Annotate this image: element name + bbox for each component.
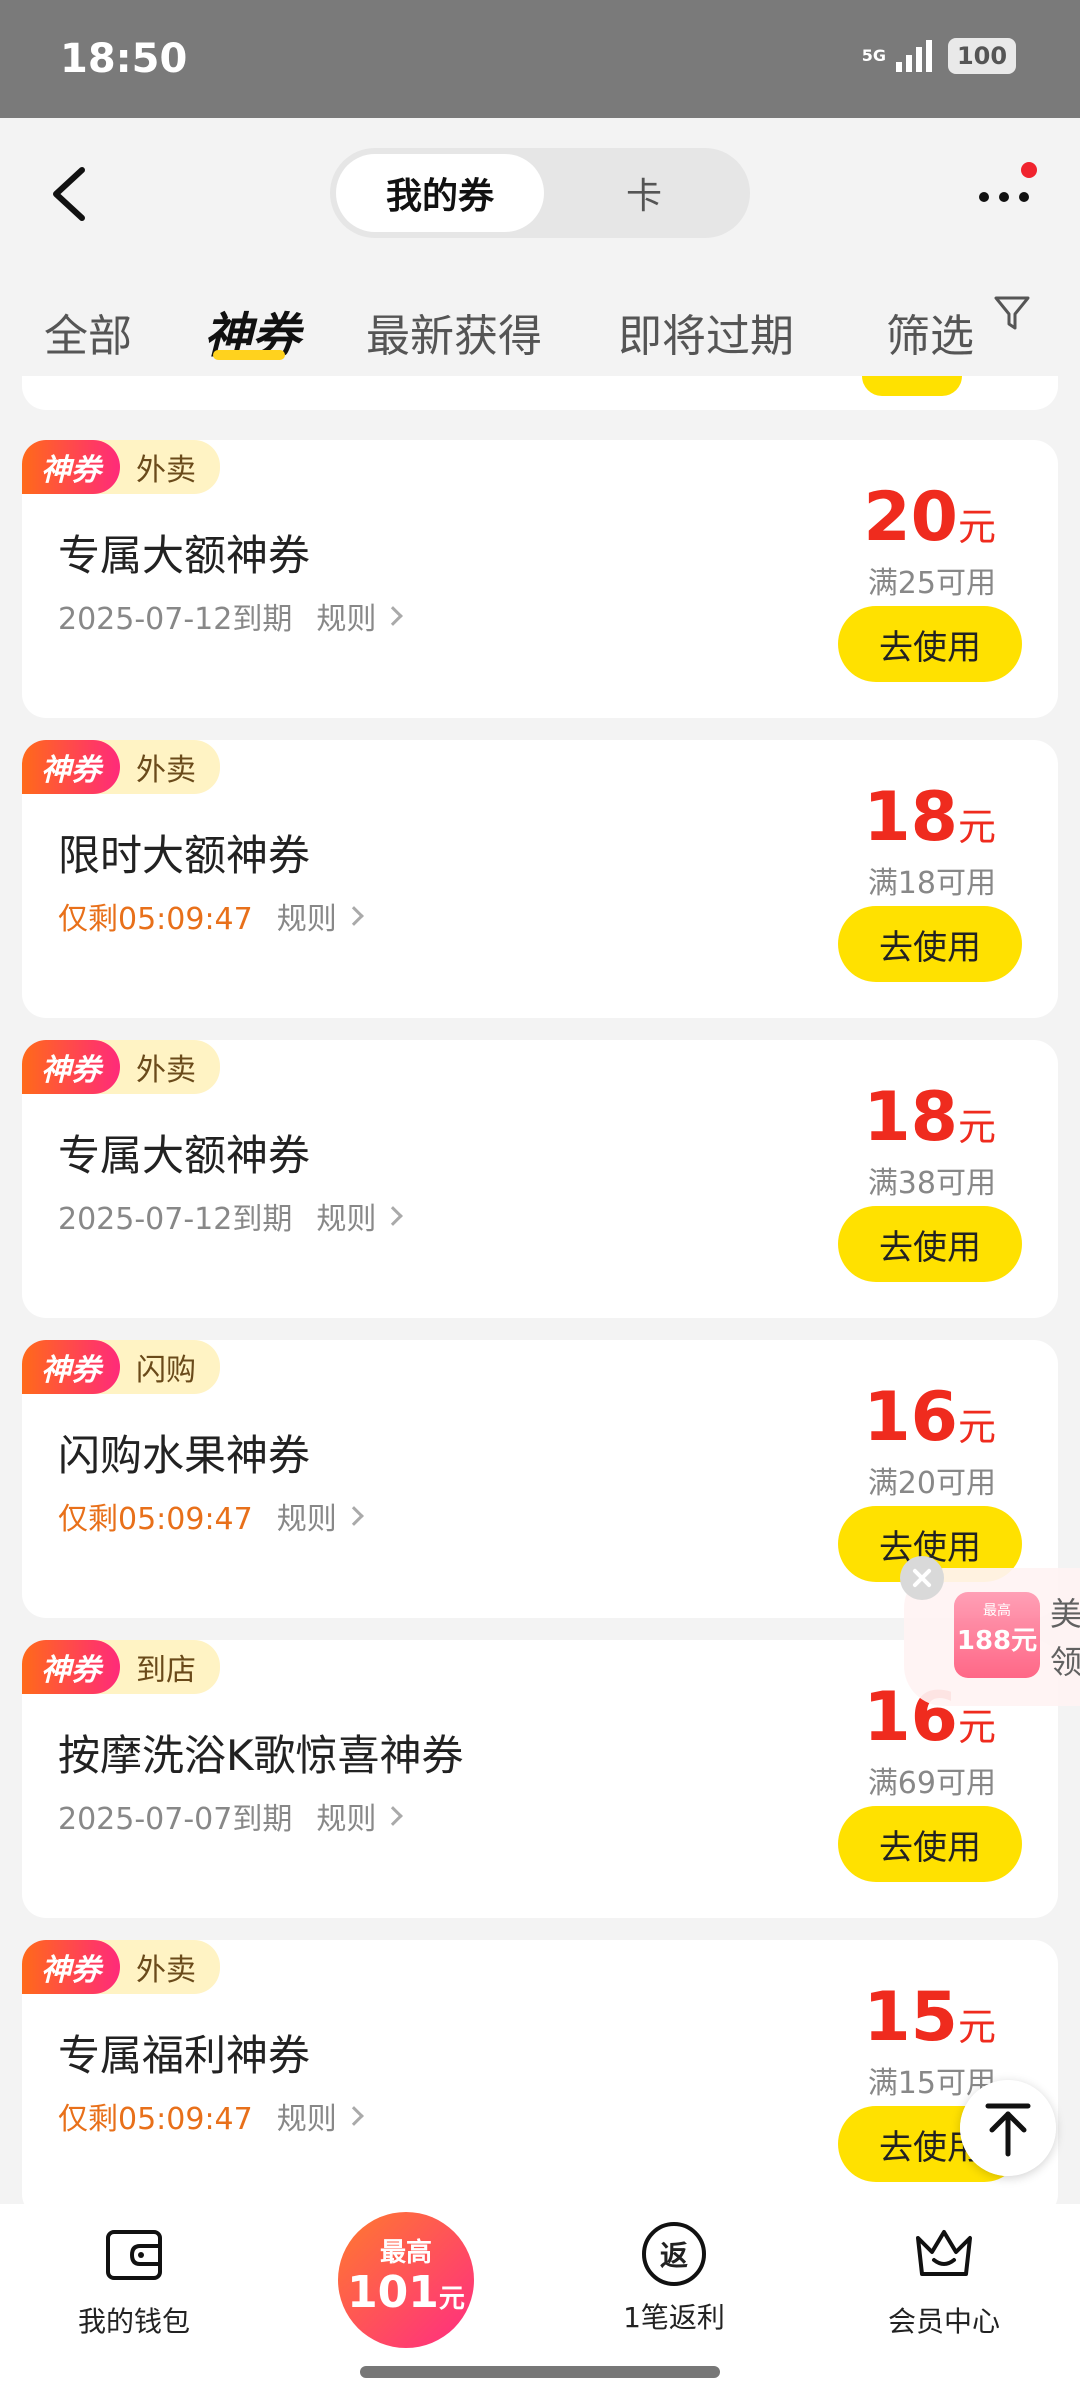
coupon-list[interactable]: 神券 外卖 专属大额神券 2025-07-12到期 规则 20元 满25可用 去…	[0, 376, 1080, 2204]
rules-link[interactable]: 规则	[316, 1194, 404, 1238]
promo-coupon-icon: 最高 188元	[954, 1592, 1040, 1678]
coupon-amount: 16元	[863, 1378, 996, 1457]
nav-rebate[interactable]: 返 1笔返利	[584, 2222, 764, 2336]
rules-link[interactable]: 规则	[277, 894, 364, 938]
shenquan-badge: 神券	[22, 1640, 120, 1694]
use-button[interactable]: 去使用	[838, 906, 1022, 982]
status-bar: 18:50 5G 100	[0, 0, 1080, 118]
network-type: 5G	[861, 46, 886, 65]
use-button[interactable]: 去使用	[838, 1806, 1022, 1882]
coupon-title: 专属大额神券	[58, 531, 311, 580]
use-button[interactable]: 去使用	[838, 606, 1022, 682]
coupon-amount: 18元	[863, 1078, 996, 1157]
active-tab-indicator	[213, 350, 285, 360]
filter-icon[interactable]	[992, 290, 1032, 334]
status-time: 18:50	[60, 36, 188, 82]
promo-text-1: 美	[1050, 1595, 1080, 1633]
promo-text-2: 领	[1050, 1643, 1080, 1681]
crown-icon	[916, 2230, 972, 2276]
coupon-threshold: 满25可用	[867, 566, 996, 601]
countdown-text: 仅剩05:09:47	[58, 2102, 253, 2137]
wallet-icon	[106, 2230, 162, 2280]
header: 我的券 卡 全部 神券 最新获得 即将过期 筛选	[0, 118, 1080, 376]
shenquan-badge: 神券	[22, 1940, 120, 1994]
coupon-title: 专属福利神券	[58, 2031, 311, 2080]
notification-dot	[1021, 162, 1037, 178]
battery-icon: 100	[948, 38, 1016, 74]
close-icon[interactable]	[900, 1556, 944, 1600]
nav-wallet[interactable]: 我的钱包	[44, 2222, 224, 2340]
rules-link[interactable]: 规则	[316, 594, 404, 638]
coupon-amount: 20元	[863, 478, 996, 557]
expire-text: 2025-07-12到期	[58, 602, 293, 637]
coupon-amount: 18元	[863, 778, 996, 857]
segment-my-coupons[interactable]: 我的券	[336, 154, 544, 232]
tab-bar: 全部 神券 最新获得 即将过期 筛选	[0, 278, 1080, 376]
segment-control: 我的券 卡	[330, 148, 750, 238]
chevron-right-icon	[343, 1506, 364, 1526]
shenquan-badge: 神券	[22, 1040, 120, 1094]
chevron-right-icon	[383, 606, 404, 626]
coupon-card[interactable]: 神券 外卖 限时大额神券 仅剩05:09:47 规则 18元 满18可用 去使用	[22, 740, 1058, 1018]
rules-link[interactable]: 规则	[277, 2094, 364, 2138]
coupon-card[interactable]: 神券 外卖 专属大额神券 2025-07-12到期 规则 18元 满38可用 去…	[22, 1040, 1058, 1318]
nav-member-center[interactable]: 会员中心	[854, 2222, 1034, 2340]
coupon-title: 按摩洗浴K歌惊喜神券	[58, 1731, 464, 1780]
shenquan-badge: 神券	[22, 440, 120, 494]
expire-text: 2025-07-07到期	[58, 1802, 293, 1837]
tab-all[interactable]: 全部	[44, 300, 132, 364]
segment-cards[interactable]: 卡	[544, 154, 744, 232]
coupon-card[interactable]: 神券 到店 按摩洗浴K歌惊喜神券 2025-07-07到期 规则 16元 满69…	[22, 1640, 1058, 1918]
expire-text: 2025-07-12到期	[58, 1202, 293, 1237]
signal-icon	[896, 40, 932, 72]
chevron-right-icon	[383, 1806, 404, 1826]
use-button-partial	[862, 376, 962, 396]
coupon-card[interactable]: 神券 外卖 专属福利神券 仅剩05:09:47 规则 15元 满15可用 去使用	[22, 1940, 1058, 2204]
coupon-amount: 15元	[863, 1978, 996, 2057]
rebate-icon: 返	[642, 2222, 706, 2286]
coupon-threshold: 满69可用	[867, 1766, 996, 1801]
nav-wallet-label: 我的钱包	[77, 2305, 190, 2338]
tab-filter[interactable]: 筛选	[886, 300, 974, 364]
shenquan-badge: 神券	[22, 1340, 120, 1394]
back-to-top-icon[interactable]	[960, 2080, 1056, 2176]
chevron-right-icon	[383, 1206, 404, 1226]
tab-newest[interactable]: 最新获得	[366, 300, 542, 364]
chevron-right-icon	[343, 2106, 364, 2126]
coupon-threshold: 满18可用	[867, 866, 996, 901]
home-indicator[interactable]	[360, 2366, 720, 2378]
nav-rebate-promo[interactable]: 最高 101元	[338, 2212, 474, 2348]
coupon-card-partial	[22, 376, 1058, 410]
countdown-text: 仅剩05:09:47	[58, 902, 253, 937]
shenquan-badge: 神券	[22, 740, 120, 794]
nav-member-label: 会员中心	[887, 2305, 1000, 2338]
nav-rebate-label: 1笔返利	[623, 2301, 725, 2334]
coupon-title: 闪购水果神券	[58, 1431, 311, 1480]
coupon-threshold: 满20可用	[867, 1466, 996, 1501]
use-button[interactable]: 去使用	[838, 1206, 1022, 1282]
coupon-card[interactable]: 神券 外卖 专属大额神券 2025-07-12到期 规则 20元 满25可用 去…	[22, 440, 1058, 718]
coupon-title: 限时大额神券	[58, 831, 311, 880]
tab-expiring[interactable]: 即将过期	[618, 300, 794, 364]
back-button[interactable]	[40, 158, 100, 230]
more-icon[interactable]	[972, 172, 1042, 222]
chevron-right-icon	[343, 906, 364, 926]
coupon-threshold: 满38可用	[867, 1166, 996, 1201]
countdown-text: 仅剩05:09:47	[58, 1502, 253, 1537]
rules-link[interactable]: 规则	[316, 1794, 404, 1838]
rules-link[interactable]: 规则	[277, 1494, 364, 1538]
coupon-title: 专属大额神券	[58, 1131, 311, 1180]
